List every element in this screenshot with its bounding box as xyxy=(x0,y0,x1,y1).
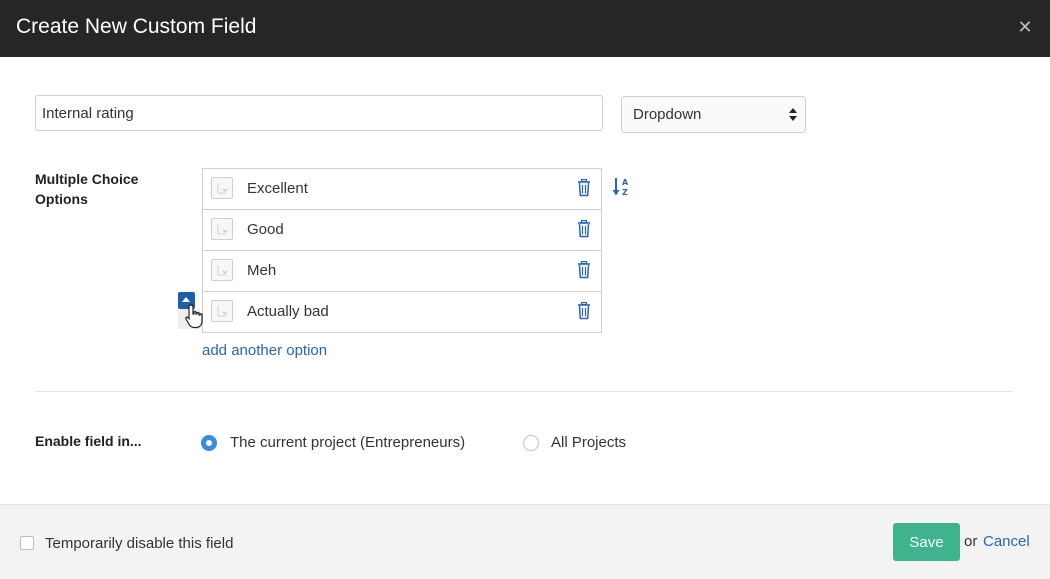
radio-current-project-label[interactable]: The current project (Entrepreneurs) xyxy=(230,434,465,451)
svg-text:Z: Z xyxy=(622,188,628,197)
option-label[interactable]: Excellent xyxy=(247,180,308,197)
disable-field-checkbox[interactable] xyxy=(20,536,34,550)
modal-header: Create New Custom Field ✕ xyxy=(0,0,1050,57)
option-row: Good xyxy=(203,210,601,251)
modal-footer: Temporarily disable this field Save or C… xyxy=(0,504,1050,579)
option-label[interactable]: Good xyxy=(247,221,284,238)
enable-field-label: Enable field in... xyxy=(35,433,142,449)
add-option-link[interactable]: add another option xyxy=(202,342,327,359)
option-row: Meh xyxy=(203,251,601,292)
options-list: Excellent Good Meh Actually bad xyxy=(202,168,602,333)
section-divider xyxy=(35,391,1013,392)
svg-text:A: A xyxy=(622,178,629,187)
option-row: Actually bad xyxy=(203,292,601,333)
multiple-choice-label: Multiple Choice Options xyxy=(35,171,139,207)
drag-handle-icon[interactable] xyxy=(211,259,233,281)
sort-az-icon[interactable]: A Z xyxy=(612,176,634,198)
drag-handle-icon[interactable] xyxy=(211,218,233,240)
field-type-select[interactable]: Dropdown xyxy=(621,96,806,133)
trash-icon[interactable] xyxy=(577,220,591,238)
drag-handle-icon[interactable] xyxy=(211,177,233,199)
drag-handle-icon[interactable] xyxy=(211,300,233,322)
option-row: Excellent xyxy=(203,169,601,210)
trash-icon[interactable] xyxy=(577,261,591,279)
disable-field-label[interactable]: Temporarily disable this field xyxy=(45,535,233,552)
trash-icon[interactable] xyxy=(577,179,591,197)
hand-pointer-icon xyxy=(185,304,203,329)
cancel-link[interactable]: Cancel xyxy=(983,533,1030,550)
or-text: or xyxy=(964,533,978,550)
field-name-input[interactable] xyxy=(35,95,603,131)
radio-all-projects-label[interactable]: All Projects xyxy=(551,434,626,451)
radio-current-project[interactable] xyxy=(201,435,217,451)
field-type-selected-value: Dropdown xyxy=(633,106,702,123)
select-arrows-icon xyxy=(789,106,797,124)
close-icon[interactable]: ✕ xyxy=(1010,12,1040,42)
modal-title: Create New Custom Field xyxy=(16,15,257,38)
radio-all-projects[interactable] xyxy=(523,435,539,451)
option-label[interactable]: Actually bad xyxy=(247,303,329,320)
save-button[interactable]: Save xyxy=(893,523,960,561)
option-label[interactable]: Meh xyxy=(247,262,276,279)
custom-field-modal: Create New Custom Field ✕ Dropdown Multi… xyxy=(0,0,1050,579)
trash-icon[interactable] xyxy=(577,302,591,320)
